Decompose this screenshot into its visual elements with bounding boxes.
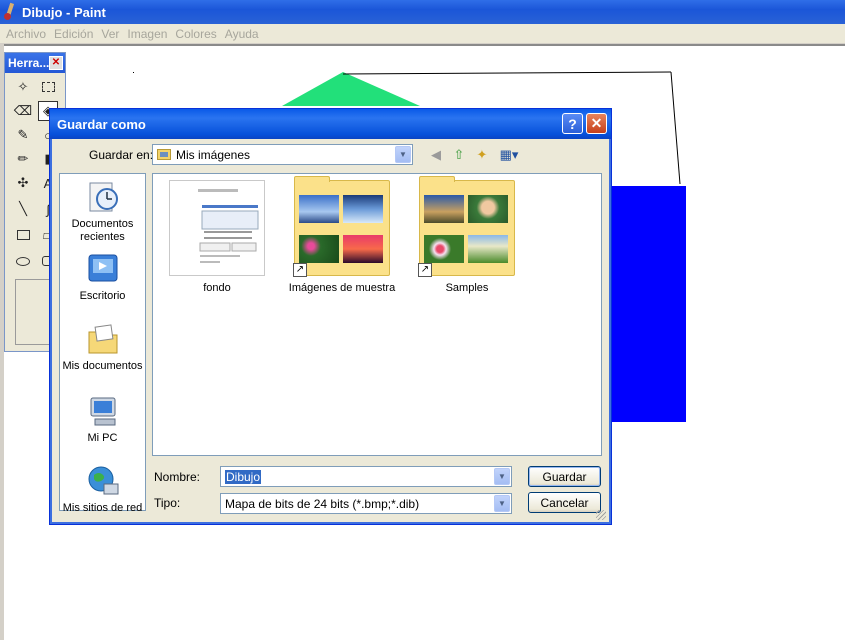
shortcut-arrow-icon: ↗ bbox=[293, 263, 307, 277]
menu-ayuda[interactable]: Ayuda bbox=[221, 27, 263, 41]
place-my-documents-label: Mis documentos bbox=[62, 360, 143, 372]
drawn-line-top bbox=[342, 71, 672, 75]
resize-grip[interactable] bbox=[596, 510, 606, 520]
paint-menubar: Archivo Edición Ver Imagen Colores Ayuda bbox=[0, 24, 845, 44]
blue-rectangle bbox=[612, 186, 686, 422]
file-name-value: Dibujo bbox=[225, 469, 262, 484]
file-item-fondo[interactable]: fondo bbox=[157, 180, 277, 294]
tools-title: Herra... bbox=[8, 56, 50, 70]
rect-select-icon[interactable] bbox=[38, 77, 58, 97]
dialog-titlebar: Guardar como bbox=[50, 109, 611, 139]
place-my-computer[interactable]: Mi PC bbox=[60, 394, 145, 445]
color-picker-icon[interactable]: ✎ bbox=[13, 125, 33, 145]
place-desktop-label: Escritorio bbox=[79, 290, 126, 302]
file-item-imagenes-de-muestra[interactable]: ↗ Imágenes de muestra bbox=[282, 176, 402, 294]
canvas-dot bbox=[133, 72, 134, 73]
save-button[interactable]: Guardar bbox=[528, 466, 601, 487]
paint-titlebar: Dibujo - Paint bbox=[0, 0, 845, 24]
file-name-input[interactable]: Dibujo ▼ bbox=[220, 466, 512, 487]
line-icon[interactable]: ╲ bbox=[13, 199, 33, 219]
folder-icon bbox=[157, 149, 171, 160]
save-in-value: Mis imágenes bbox=[176, 147, 251, 162]
save-in-combo[interactable]: Mis imágenes ▼ bbox=[152, 144, 413, 165]
paint-window-title: Dibujo - Paint bbox=[22, 4, 106, 20]
menu-edicion[interactable]: Edición bbox=[50, 27, 97, 41]
file-list[interactable]: fondo ↗ Imágenes de muestra ↗ Samples bbox=[152, 173, 602, 456]
up-folder-icon[interactable]: ⇧ bbox=[450, 146, 468, 164]
document-thumbnail bbox=[169, 180, 265, 276]
paint-app-icon bbox=[2, 2, 18, 21]
recent-documents-icon bbox=[86, 180, 120, 214]
close-button[interactable]: ✕ bbox=[586, 113, 607, 134]
places-bar: Documentos recientes Escritorio Mis docu… bbox=[59, 173, 146, 514]
cancel-button[interactable]: Cancelar bbox=[528, 492, 601, 513]
file-name: Imágenes de muestra bbox=[288, 282, 396, 294]
place-recent-label: Documentos recientes bbox=[71, 218, 134, 243]
menu-ver[interactable]: Ver bbox=[97, 27, 123, 41]
menu-colores[interactable]: Colores bbox=[171, 27, 220, 41]
green-triangle bbox=[282, 72, 420, 106]
dialog-title: Guardar como bbox=[57, 116, 146, 132]
back-icon[interactable]: ◀ bbox=[427, 146, 445, 164]
place-recent-documents[interactable]: Documentos recientes bbox=[60, 180, 145, 244]
name-label: Nombre: bbox=[154, 470, 201, 484]
my-computer-icon bbox=[86, 394, 120, 428]
type-label: Tipo: bbox=[154, 496, 181, 510]
network-places-icon bbox=[86, 464, 120, 498]
desktop-icon bbox=[86, 252, 120, 286]
airbrush-icon[interactable]: ✣ bbox=[13, 173, 33, 193]
help-button[interactable]: ? bbox=[562, 113, 583, 134]
views-menu-icon[interactable]: ▦▾ bbox=[497, 146, 521, 164]
folder-thumbnail: ↗ bbox=[418, 176, 515, 277]
menu-archivo[interactable]: Archivo bbox=[2, 27, 50, 41]
file-name: Samples bbox=[445, 282, 489, 294]
menu-imagen[interactable]: Imagen bbox=[123, 27, 171, 41]
place-my-documents[interactable]: Mis documentos bbox=[60, 322, 145, 373]
place-desktop[interactable]: Escritorio bbox=[60, 252, 145, 303]
drawn-line-right bbox=[670, 71, 681, 185]
pencil-icon[interactable]: ✏ bbox=[13, 149, 33, 169]
chevron-down-icon[interactable]: ▼ bbox=[494, 468, 510, 485]
tools-close-button[interactable]: ✕ bbox=[49, 56, 63, 70]
file-type-select[interactable]: Mapa de bits de 24 bits (*.bmp;*.dib) ▼ bbox=[220, 493, 512, 514]
place-my-computer-label: Mi PC bbox=[87, 432, 118, 444]
folder-thumbnail: ↗ bbox=[293, 176, 390, 277]
file-name: fondo bbox=[203, 282, 231, 294]
my-documents-icon bbox=[86, 322, 120, 356]
shortcut-arrow-icon: ↗ bbox=[418, 263, 432, 277]
new-folder-icon[interactable]: ✦ bbox=[473, 146, 491, 164]
file-item-samples[interactable]: ↗ Samples bbox=[407, 176, 527, 294]
tools-titlebar: Herra... ✕ bbox=[5, 53, 65, 73]
file-type-value: Mapa de bits de 24 bits (*.bmp;*.dib) bbox=[225, 496, 420, 511]
save-in-label: Guardar en: bbox=[89, 148, 154, 162]
rectangle-icon[interactable] bbox=[13, 225, 33, 245]
chevron-down-icon[interactable]: ▼ bbox=[494, 495, 510, 512]
place-network[interactable]: Mis sitios de red bbox=[60, 464, 145, 515]
eraser-icon[interactable]: ⌫ bbox=[13, 101, 33, 121]
free-select-icon[interactable]: ✧ bbox=[13, 77, 33, 97]
chevron-down-icon[interactable]: ▼ bbox=[395, 146, 411, 163]
place-network-label: Mis sitios de red bbox=[62, 502, 143, 514]
ellipse-icon[interactable] bbox=[13, 251, 33, 271]
